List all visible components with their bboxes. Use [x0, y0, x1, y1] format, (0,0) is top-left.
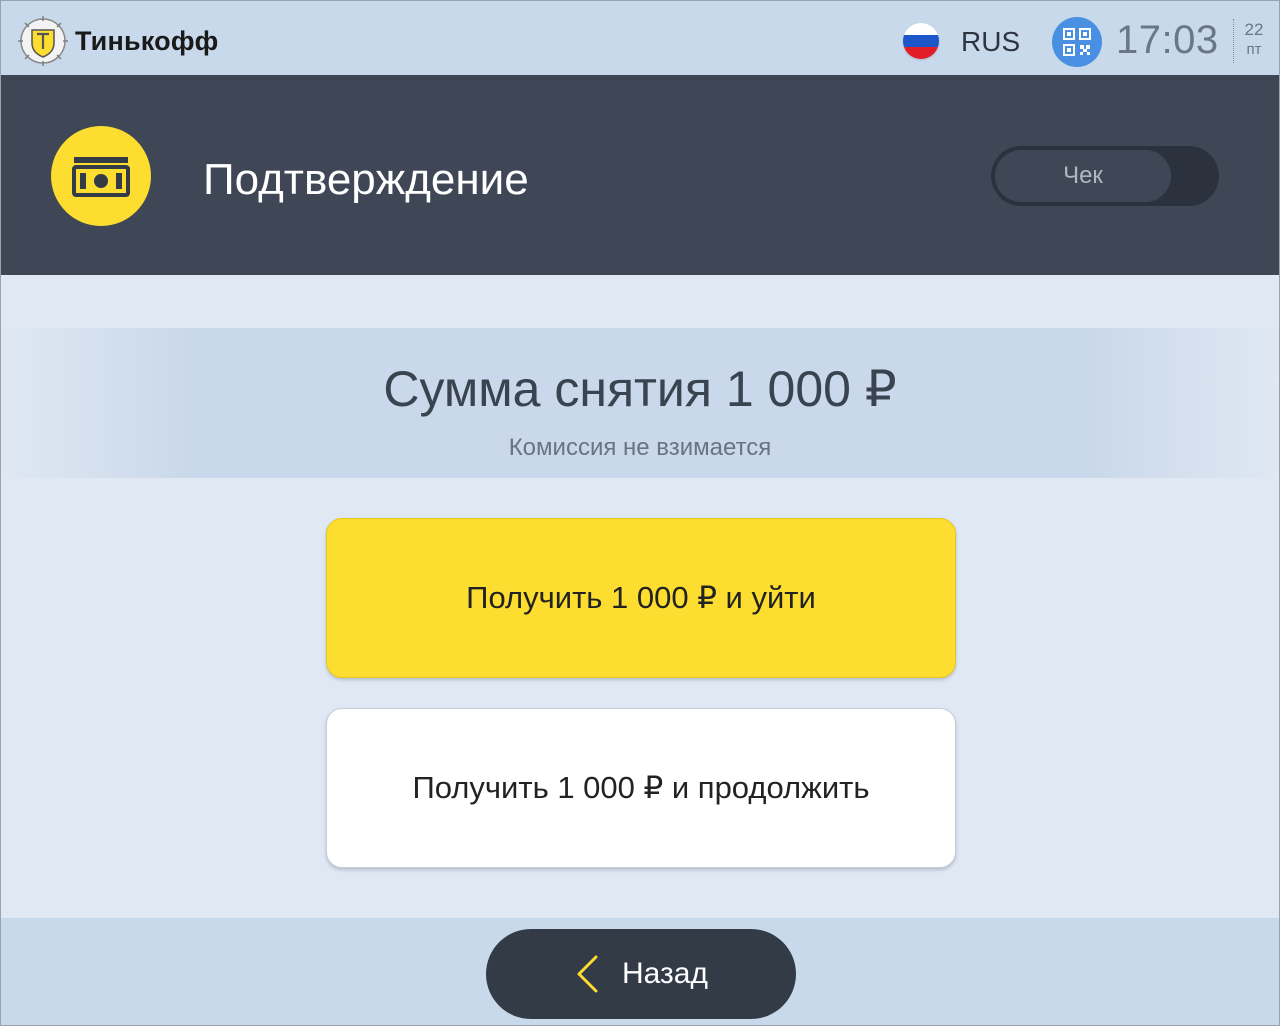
- commission-note: Комиссия не взимается: [508, 434, 772, 461]
- date-day: 22: [1244, 20, 1264, 39]
- withdraw-and-continue-button[interactable]: Получить 1 000 ₽ и продолжить: [326, 708, 956, 868]
- language-selector[interactable]: RUS: [961, 26, 1020, 58]
- withdrawal-amount: Сумма снятия 1 000 ₽: [383, 361, 897, 417]
- footer-bar: Назад: [1, 918, 1279, 1025]
- status-bar: Тинькофф RUS 17:03 22 пт: [1, 1, 1279, 75]
- brand-name: Тинькофф: [75, 25, 219, 56]
- clock-date: 22 пт: [1233, 19, 1274, 63]
- chevron-left-icon: [577, 955, 598, 993]
- page-title: Подтверждение: [203, 155, 529, 204]
- atm-screen: Тинькофф RUS 17:03 22 пт Подтверждение Ч…: [0, 0, 1280, 1026]
- back-button[interactable]: Назад: [486, 929, 796, 1019]
- amount-summary: Сумма снятия 1 000 ₽ Комиссия не взимает…: [1, 328, 1279, 478]
- page-header: Подтверждение Чек: [1, 75, 1279, 275]
- russia-flag-icon[interactable]: [903, 23, 939, 59]
- cash-icon: [51, 126, 151, 226]
- back-label: Назад: [622, 957, 708, 990]
- qr-code-icon[interactable]: [1052, 17, 1102, 67]
- brand: Тинькофф: [15, 15, 218, 67]
- date-weekday: пт: [1246, 41, 1262, 58]
- receipt-toggle-label: Чек: [995, 150, 1171, 202]
- withdraw-and-leave-button[interactable]: Получить 1 000 ₽ и уйти: [326, 518, 956, 678]
- clock-time: 17:03: [1116, 18, 1219, 62]
- receipt-toggle[interactable]: Чек: [991, 146, 1219, 206]
- withdraw-and-leave-label: Получить 1 000 ₽ и уйти: [466, 580, 816, 615]
- withdraw-and-continue-label: Получить 1 000 ₽ и продолжить: [412, 770, 870, 805]
- tinkoff-logo: [18, 16, 68, 66]
